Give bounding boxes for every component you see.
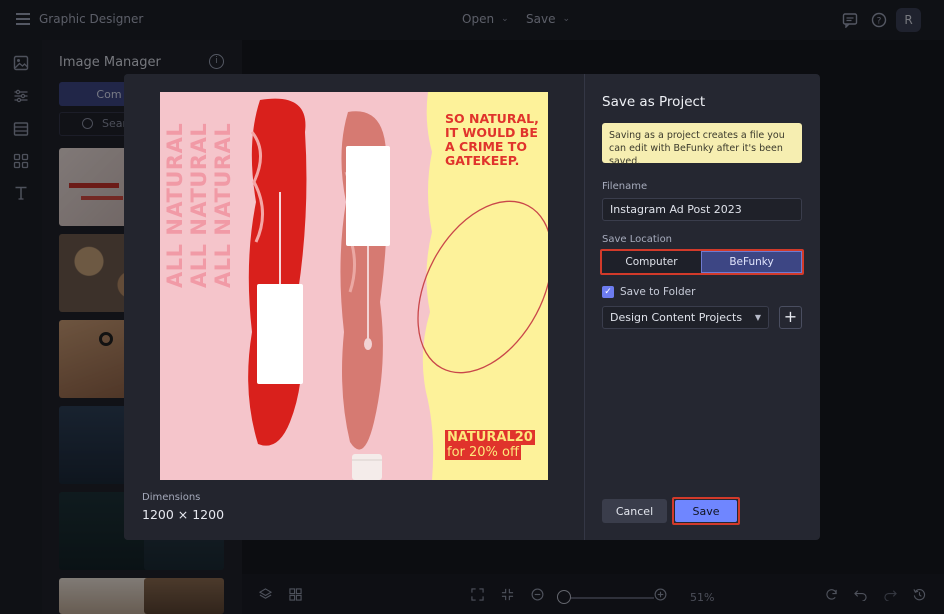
dimensions-label: Dimensions [142, 492, 201, 503]
ad-headline: SO NATURAL, IT WOULD BE A CRIME TO GATEK… [445, 112, 545, 168]
cancel-button[interactable]: Cancel [602, 499, 667, 523]
filename-label: Filename [602, 181, 648, 192]
save-button-highlight: Save [672, 497, 740, 525]
dialog-title: Save as Project [602, 94, 706, 110]
save-location-toggle: Computer BeFunky [600, 249, 804, 275]
ad-headline-line: GATEKEEP. [445, 153, 520, 168]
vertical-text: ALL NATURAL [211, 122, 235, 288]
ad-headline-line: IT WOULD BE [445, 125, 538, 140]
filename-field[interactable]: Instagram Ad Post 2023 [602, 198, 802, 221]
save-button[interactable]: Save [675, 500, 737, 522]
add-folder-button[interactable]: + [779, 306, 802, 329]
info-notice: Saving as a project creates a file you c… [602, 123, 802, 167]
save-project-dialog: ALL NATURAL ALL NATURAL ALL NATURAL SO N… [124, 74, 820, 540]
location-option-computer[interactable]: Computer [602, 251, 701, 273]
vertical-text: ALL NATURAL [163, 122, 187, 288]
dialog-divider [584, 74, 585, 540]
save-location-label: Save Location [602, 234, 673, 245]
folder-select[interactable]: Design Content Projects ▼ [602, 306, 769, 329]
preview-pane: ALL NATURAL ALL NATURAL ALL NATURAL SO N… [124, 74, 584, 540]
ad-headline-line: A CRIME TO [445, 139, 527, 154]
location-option-befunky[interactable]: BeFunky [701, 251, 802, 273]
ad-headline-line: SO NATURAL, [445, 111, 539, 126]
promo-code: NATURAL20 [445, 430, 535, 445]
plus-icon: + [783, 307, 798, 326]
chevron-down-icon: ▼ [754, 313, 761, 322]
vertical-text: ALL NATURAL [187, 122, 211, 288]
save-to-folder-checkbox[interactable]: ✓ [602, 286, 614, 298]
save-form: Save as Project Saving as a project crea… [600, 74, 804, 540]
save-to-folder-row: ✓ Save to Folder [602, 286, 695, 298]
check-icon: ✓ [604, 287, 612, 297]
save-to-folder-label: Save to Folder [620, 286, 696, 298]
app-window: Graphic Designer Open ⌄ Save ⌄ ? R Image… [0, 0, 944, 614]
promo-subtext: for 20% off [445, 445, 521, 460]
design-preview: ALL NATURAL ALL NATURAL ALL NATURAL SO N… [160, 92, 548, 480]
folder-select-value: Design Content Projects [610, 311, 743, 324]
dimensions-value: 1200 × 1200 [142, 507, 225, 522]
